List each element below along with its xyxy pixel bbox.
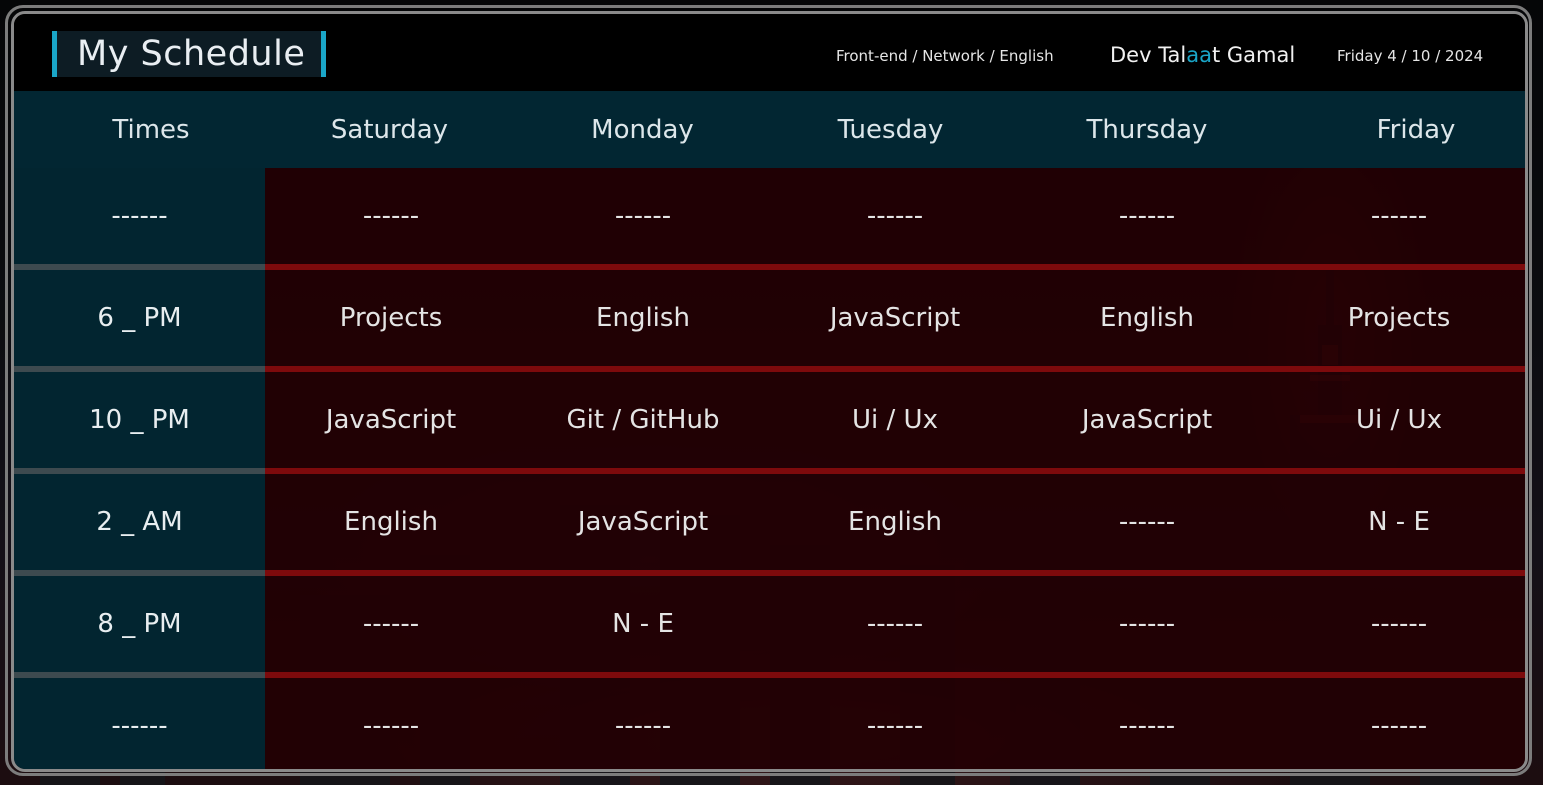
table-cell: ------ — [362, 609, 420, 639]
table-cell: Projects — [1347, 303, 1451, 333]
column-header-monday: Monday — [591, 114, 694, 145]
time-cell: 2 _ AM — [96, 507, 183, 537]
table-cell: Ui / Ux — [1356, 405, 1442, 435]
table-row: 6 _ PM Projects English JavaScript Engli… — [14, 270, 1525, 366]
schedule-panel: My Schedule Front-end / Network / Englis… — [11, 11, 1528, 772]
table-cell: ------ — [866, 609, 924, 639]
date-label: Friday 4 / 10 / 2024 — [1337, 47, 1484, 65]
table-cell: English — [596, 303, 690, 333]
column-header-thursday: Thursday — [1086, 114, 1208, 145]
table-cell: English — [848, 507, 942, 537]
table-cell: ------ — [614, 711, 672, 741]
table-cell: English — [1100, 303, 1194, 333]
top-bar: My Schedule Front-end / Network / Englis… — [14, 14, 1525, 91]
table-cell: Ui / Ux — [852, 405, 938, 435]
table-header-row: Times Saturday Monday Tuesday Thursday F… — [14, 91, 1525, 168]
title-box: My Schedule — [52, 31, 326, 77]
time-cell: 6 _ PM — [97, 303, 182, 333]
table-cell: ------ — [866, 711, 924, 741]
time-cell: ------ — [111, 201, 168, 231]
column-header-saturday: Saturday — [330, 114, 449, 145]
page: My Schedule Front-end / Network / Englis… — [0, 0, 1543, 785]
author-name: Dev Talaat Gamal — [1110, 43, 1295, 67]
table-row: ------ ------ ------ ------ ------ -----… — [14, 168, 1525, 264]
table-cell: Git / GitHub — [566, 405, 720, 435]
table-row: 10 _ PM JavaScript Git / GitHub Ui / Ux … — [14, 372, 1525, 468]
table-row: 2 _ AM English JavaScript English ------… — [14, 474, 1525, 570]
table-cell: N - E — [612, 609, 674, 639]
tracks-label: Front-end / Network / English — [836, 47, 1054, 65]
table-cell: JavaScript — [577, 507, 709, 537]
table-cell: N - E — [1368, 507, 1430, 537]
column-header-times: Times — [112, 114, 190, 145]
table-cell: JavaScript — [829, 303, 961, 333]
table-cell: Projects — [339, 303, 443, 333]
table-cell: ------ — [1118, 711, 1176, 741]
page-title: My Schedule — [77, 34, 306, 74]
table-cell: English — [344, 507, 438, 537]
schedule-table: Times Saturday Monday Tuesday Thursday F… — [14, 91, 1525, 769]
author-name-prefix: Dev Tal — [1110, 43, 1187, 67]
table-cell: ------ — [1370, 201, 1428, 231]
table-cell: ------ — [1118, 609, 1176, 639]
table-cell: ------ — [1118, 201, 1176, 231]
column-header-tuesday: Tuesday — [837, 114, 944, 145]
table-row: ------ ------ ------ ------ ------ -----… — [14, 678, 1525, 769]
time-cell: ------ — [111, 711, 168, 741]
table-row: 8 _ PM ------ N - E ------ ------ ------ — [14, 576, 1525, 672]
author-name-suffix: t Gamal — [1212, 43, 1296, 67]
table-cell: ------ — [614, 201, 672, 231]
table-cell: ------ — [866, 201, 924, 231]
column-header-friday: Friday — [1376, 114, 1456, 145]
table-cell: ------ — [1370, 609, 1428, 639]
time-cell: 8 _ PM — [97, 609, 182, 639]
table-cell: JavaScript — [1081, 405, 1213, 435]
table-cell: ------ — [362, 201, 420, 231]
table-cell: ------ — [1118, 507, 1176, 537]
table-cell: ------ — [362, 711, 420, 741]
table-cell: JavaScript — [325, 405, 457, 435]
author-name-highlight: aa — [1186, 43, 1212, 67]
time-cell: 10 _ PM — [89, 405, 190, 435]
table-cell: ------ — [1370, 711, 1428, 741]
